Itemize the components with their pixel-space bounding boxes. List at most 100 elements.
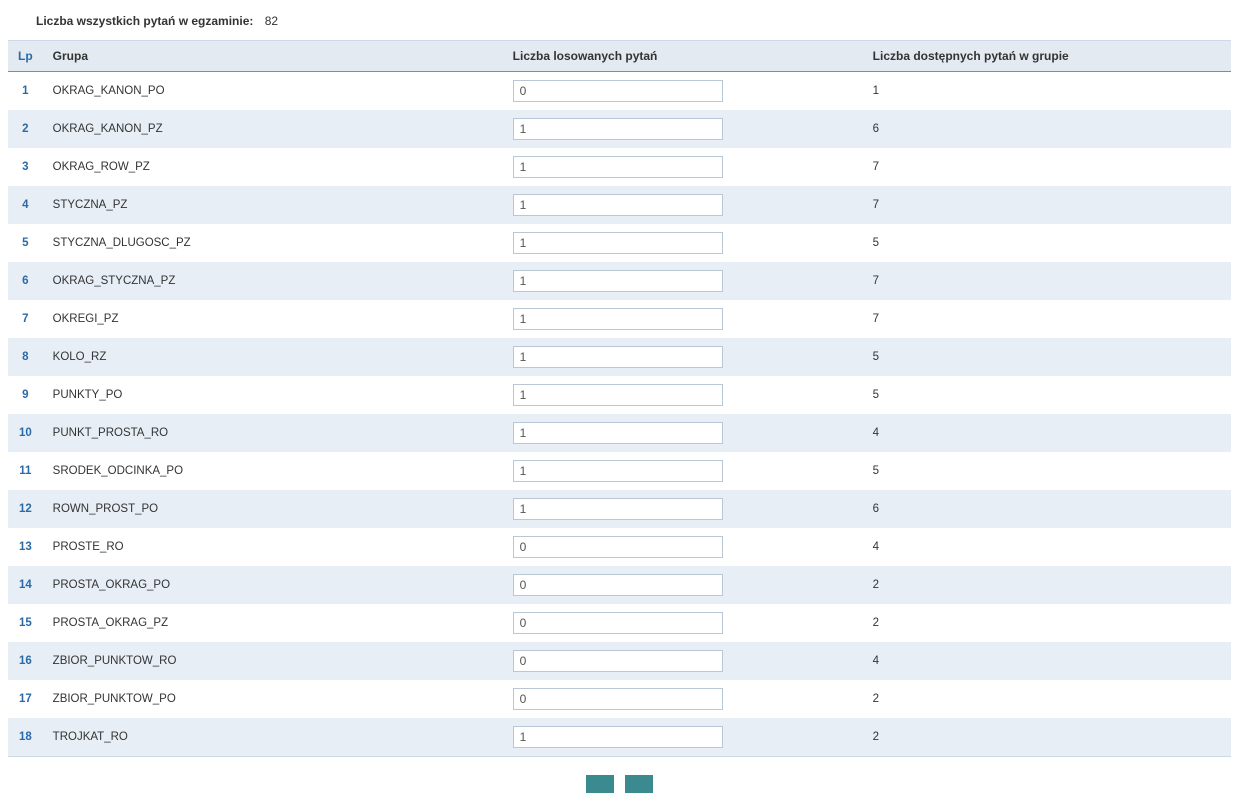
table-row: 10PUNKT_PROSTA_RO4: [8, 414, 1231, 452]
cell-grupa: OKREGI_PZ: [43, 300, 503, 338]
cell-grupa: PROSTA_OKRAG_PO: [43, 566, 503, 604]
cell-lp: 3: [8, 148, 43, 186]
cell-dostepnych: 7: [863, 262, 1231, 300]
cell-losowanych: [503, 414, 863, 452]
cell-lp: 16: [8, 642, 43, 680]
cell-lp: 7: [8, 300, 43, 338]
losowanych-input[interactable]: [513, 80, 723, 102]
cell-dostepnych: 7: [863, 300, 1231, 338]
table-row: 5STYCZNA_DLUGOSC_PZ5: [8, 224, 1231, 262]
cell-grupa: STYCZNA_PZ: [43, 186, 503, 224]
cell-dostepnych: 5: [863, 452, 1231, 490]
losowanych-input[interactable]: [513, 574, 723, 596]
cell-grupa: SRODEK_ODCINKA_PO: [43, 452, 503, 490]
losowanych-input[interactable]: [513, 156, 723, 178]
cell-losowanych: [503, 490, 863, 528]
cell-grupa: KOLO_RZ: [43, 338, 503, 376]
losowanych-input[interactable]: [513, 688, 723, 710]
cell-dostepnych: 6: [863, 490, 1231, 528]
cell-grupa: OKRAG_ROW_PZ: [43, 148, 503, 186]
table-row: 7OKREGI_PZ7: [8, 300, 1231, 338]
cell-losowanych: [503, 186, 863, 224]
table-row: 1OKRAG_KANON_PO1: [8, 72, 1231, 111]
table-row: 6OKRAG_STYCZNA_PZ 7: [8, 262, 1231, 300]
cell-grupa: OKRAG_STYCZNA_PZ: [43, 262, 503, 300]
cell-dostepnych: 7: [863, 148, 1231, 186]
cell-losowanych: [503, 110, 863, 148]
cell-lp: 12: [8, 490, 43, 528]
losowanych-input[interactable]: [513, 650, 723, 672]
action-button-left[interactable]: [586, 775, 614, 793]
cell-losowanych: [503, 452, 863, 490]
cell-dostepnych: 4: [863, 414, 1231, 452]
losowanych-input[interactable]: [513, 726, 723, 748]
losowanych-input[interactable]: [513, 232, 723, 254]
losowanych-input[interactable]: [513, 308, 723, 330]
cell-lp: 14: [8, 566, 43, 604]
header-losowanych: Liczba losowanych pytań: [503, 41, 863, 72]
cell-dostepnych: 2: [863, 566, 1231, 604]
cell-dostepnych: 2: [863, 604, 1231, 642]
cell-grupa: STYCZNA_DLUGOSC_PZ: [43, 224, 503, 262]
cell-dostepnych: 7: [863, 186, 1231, 224]
table-row: 2OKRAG_KANON_PZ 6: [8, 110, 1231, 148]
cell-grupa: PROSTA_OKRAG_PZ: [43, 604, 503, 642]
losowanych-input[interactable]: [513, 498, 723, 520]
table-header-row: Lp Grupa Liczba losowanych pytań Liczba …: [8, 41, 1231, 72]
losowanych-input[interactable]: [513, 194, 723, 216]
table-row: 15PROSTA_OKRAG_PZ 2: [8, 604, 1231, 642]
cell-dostepnych: 4: [863, 642, 1231, 680]
table-row: 14PROSTA_OKRAG_PO 2: [8, 566, 1231, 604]
cell-lp: 15: [8, 604, 43, 642]
table-row: 11SRODEK_ODCINKA_PO 5: [8, 452, 1231, 490]
cell-dostepnych: 1: [863, 72, 1231, 111]
cell-lp: 18: [8, 718, 43, 757]
cell-losowanych: [503, 680, 863, 718]
losowanych-input[interactable]: [513, 460, 723, 482]
cell-grupa: OKRAG_KANON_PZ: [43, 110, 503, 148]
table-row: 12ROWN_PROST_PO6: [8, 490, 1231, 528]
cell-lp: 11: [8, 452, 43, 490]
table-row: 9PUNKTY_PO 5: [8, 376, 1231, 414]
cell-lp: 1: [8, 72, 43, 111]
cell-grupa: PUNKT_PROSTA_RO: [43, 414, 503, 452]
cell-losowanych: [503, 262, 863, 300]
summary-count: 82: [265, 14, 278, 28]
losowanych-input[interactable]: [513, 536, 723, 558]
cell-losowanych: [503, 604, 863, 642]
cell-losowanych: [503, 148, 863, 186]
cell-grupa: TROJKAT_RO: [43, 718, 503, 757]
cell-grupa: PUNKTY_PO: [43, 376, 503, 414]
cell-losowanych: [503, 642, 863, 680]
cell-grupa: ZBIOR_PUNKTOW_RO: [43, 642, 503, 680]
cell-lp: 9: [8, 376, 43, 414]
cell-losowanych: [503, 528, 863, 566]
header-grupa: Grupa: [43, 41, 503, 72]
cell-dostepnych: 2: [863, 680, 1231, 718]
cell-dostepnych: 5: [863, 224, 1231, 262]
header-dostepnych: Liczba dostępnych pytań w grupie: [863, 41, 1231, 72]
cell-lp: 13: [8, 528, 43, 566]
cell-lp: 8: [8, 338, 43, 376]
cell-lp: 4: [8, 186, 43, 224]
cell-lp: 6: [8, 262, 43, 300]
losowanych-input[interactable]: [513, 270, 723, 292]
table-row: 3OKRAG_ROW_PZ 7: [8, 148, 1231, 186]
losowanych-input[interactable]: [513, 346, 723, 368]
losowanych-input[interactable]: [513, 422, 723, 444]
cell-dostepnych: 6: [863, 110, 1231, 148]
cell-grupa: OKRAG_KANON_PO: [43, 72, 503, 111]
cell-dostepnych: 5: [863, 338, 1231, 376]
losowanych-input[interactable]: [513, 612, 723, 634]
losowanych-input[interactable]: [513, 118, 723, 140]
cell-lp: 17: [8, 680, 43, 718]
cell-lp: 2: [8, 110, 43, 148]
cell-grupa: ZBIOR_PUNKTOW_PO: [43, 680, 503, 718]
button-bar: [8, 775, 1231, 793]
table-row: 13PROSTE_RO4: [8, 528, 1231, 566]
questions-table: Lp Grupa Liczba losowanych pytań Liczba …: [8, 40, 1231, 757]
losowanych-input[interactable]: [513, 384, 723, 406]
table-row: 8KOLO_RZ 5: [8, 338, 1231, 376]
action-button-right[interactable]: [625, 775, 653, 793]
cell-dostepnych: 5: [863, 376, 1231, 414]
